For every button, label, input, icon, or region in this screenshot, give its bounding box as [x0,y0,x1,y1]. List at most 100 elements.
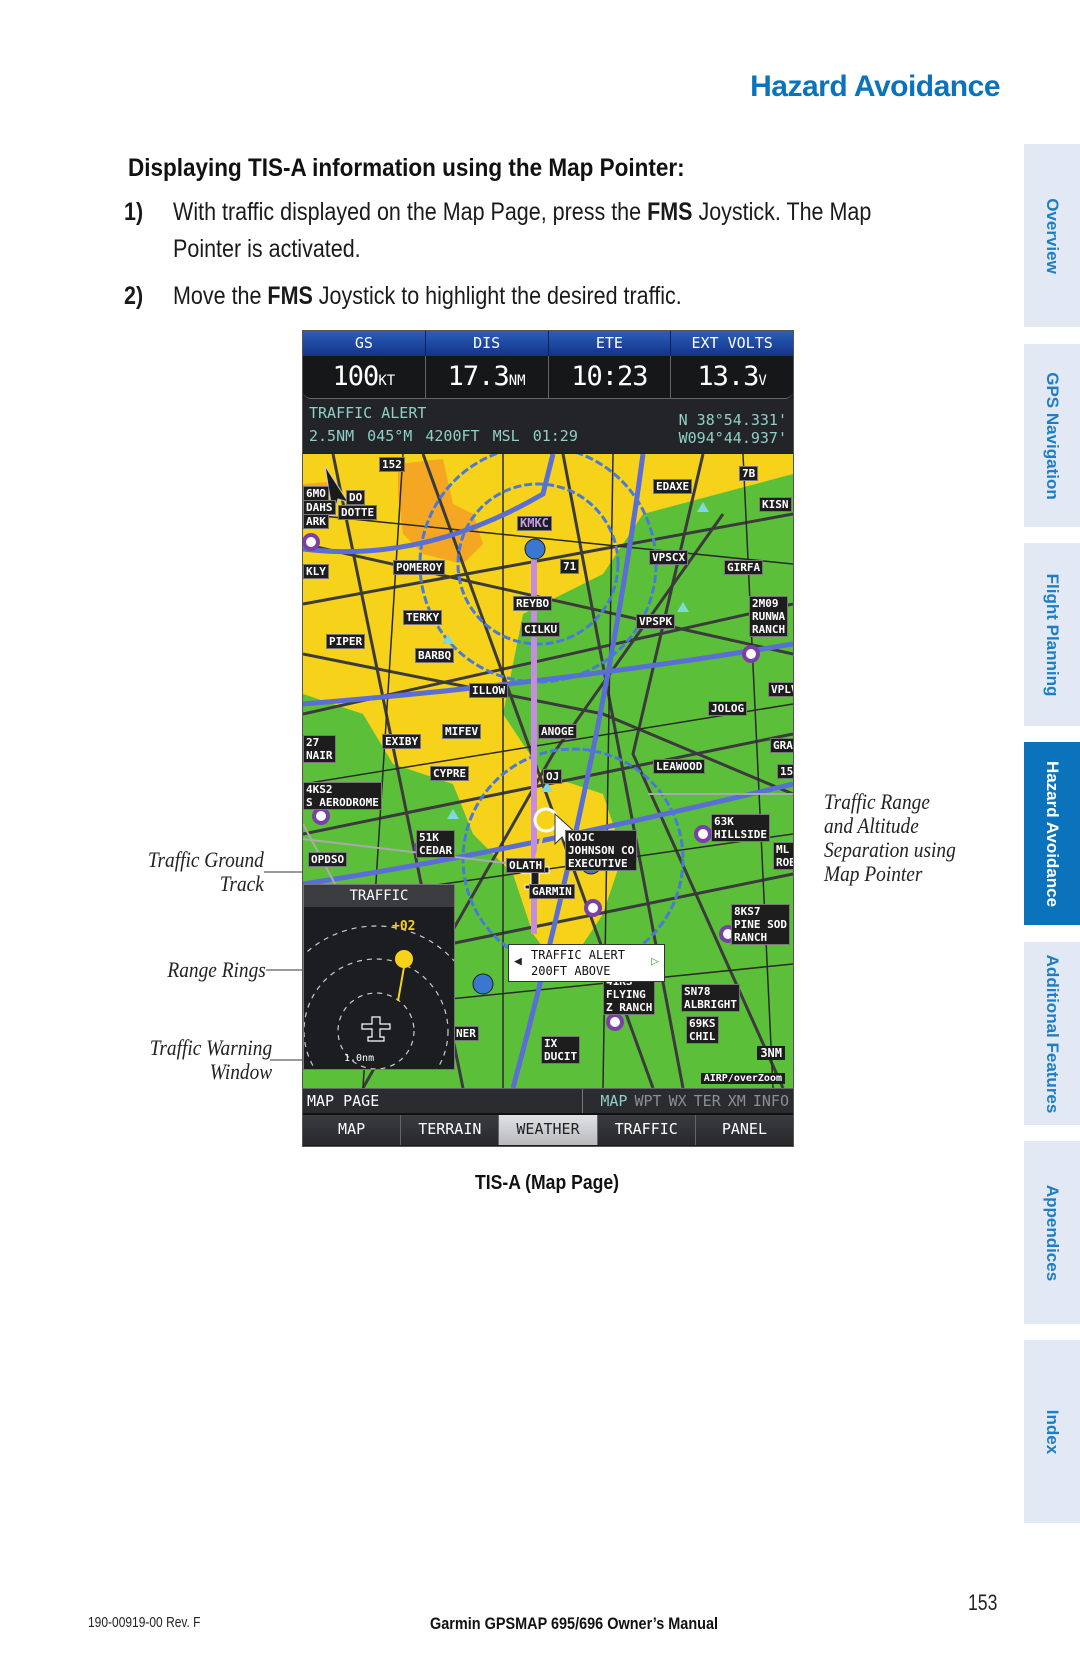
tab-label: Flight Planning [1043,573,1062,696]
data-field-gs: 100KT [303,356,426,398]
side-tab-index[interactable]: Index [1024,1340,1080,1523]
softkey-weather[interactable]: WEATHER [499,1115,598,1145]
map-label: 2M09 RUNWA RANCH [749,596,789,637]
own-aircraft-icon [361,1016,391,1042]
map-label: LEAWOOD [653,759,706,774]
side-tab-flight-planning[interactable]: Flight Planning [1024,543,1080,726]
page-group-info[interactable]: INFO [753,1092,789,1110]
callout-traffic-range-altitude: Traffic Range and Altitude Separation us… [824,789,956,886]
step-text-pre: With traffic displayed on the Map Page, … [173,198,648,226]
map-label: ML ROBI [773,842,793,870]
unit: V [758,373,767,389]
page-group-list: MAP WPT WX TER XM INFO [600,1092,789,1110]
map-label: OJ [543,769,563,784]
tab-label: Appendices [1043,1184,1062,1281]
map-label: GIRFA [724,560,764,575]
map-label: MIFEV [442,724,482,739]
map-view[interactable]: 152 6MO DAHS ARK DO DOTTE KMKC EDAXE 7B … [303,454,793,1088]
unit: KT [378,373,396,389]
map-label: 4KS2 S AERODROME [303,782,382,810]
map-label: 15 [777,764,793,779]
figure-caption: TIS-A (Map Page) [474,1172,620,1194]
map-label: CILKU [521,622,561,637]
map-label: ANOGE [538,724,578,739]
page-group-wx[interactable]: WX [669,1092,687,1110]
step-text-pre: Move the [173,282,268,310]
callout-leader-line [270,1059,302,1061]
map-label: JOLOG [708,701,748,716]
arrow-right-icon[interactable]: ▷ [651,954,659,969]
softkey-terrain[interactable]: TERRAIN [401,1115,500,1145]
data-field-values: 100KT 17.3NM 10:23 13.3V [303,356,793,399]
softkey-traffic[interactable]: TRAFFIC [597,1115,696,1145]
map-label: PIPER [326,634,366,649]
map-label: ARK [303,514,329,529]
traffic-alert-popup: ◀ TRAFFIC ALERT 200FT ABOVE ▷ [508,944,665,982]
map-label: GRA [770,738,793,753]
side-tab-additional-features[interactable]: Additional Features [1024,942,1080,1125]
map-label: GARMIN [529,884,575,899]
page-name: MAP PAGE [307,1092,380,1110]
traffic-relative-altitude: +02 [392,919,416,934]
map-label: NER [453,1026,479,1041]
divider [582,1089,583,1113]
map-label: EXIBY [382,734,422,749]
softkey-map[interactable]: MAP [303,1115,402,1145]
page-number: 153 [968,1590,998,1615]
data-field-label: ETE [548,331,672,356]
data-field-label: DIS [425,331,549,356]
map-label: VPLV [768,682,793,697]
map-label: TERKY [403,610,443,625]
step-number: 2) [124,282,144,310]
side-tab-overview[interactable]: Overview [1024,144,1080,327]
map-label: ILLOW [469,683,509,698]
map-label: CYPRE [430,766,470,781]
tab-label: Additional Features [1043,954,1062,1113]
step-text-bold: FMS [647,198,693,226]
tab-label: Index [1043,1409,1062,1454]
map-label: IX DUCIT [541,1036,581,1064]
popup-line-2: 200FT ABOVE [531,964,611,978]
traffic-trend-line [397,966,405,1002]
overzoom-indicator: AIRP/overZoom [700,1073,785,1084]
value: 13.3 [697,361,759,392]
side-tab-gps-navigation[interactable]: GPS Navigation [1024,344,1080,527]
map-label: KOJC JOHNSON CO EXECUTIVE [565,830,638,871]
tab-label: GPS Navigation [1043,371,1062,500]
map-label: 6MO [303,486,329,501]
callout-leader-line [266,969,302,971]
value: 17.3 [447,361,510,392]
map-label: 8KS7 PINE SOD RANCH [731,904,790,945]
map-label: SN78 ALBRIGHT [681,984,740,1012]
page-group-xm[interactable]: XM [728,1092,746,1110]
tab-label: Hazard Avoidance [1043,760,1062,907]
map-label: 63K HILLSIDE [711,814,770,842]
map-label: POMEROY [393,560,446,575]
step-text-post: Joystick to highlight the desired traffi… [312,282,682,310]
popup-line-1: TRAFFIC ALERT [531,948,625,962]
range-rings [304,925,454,1069]
map-label: REYBO [513,596,553,611]
arrow-left-icon[interactable]: ◀ [514,954,522,969]
map-label: DOTTE [338,505,378,520]
map-label: EDAXE [653,479,693,494]
side-tab-appendices[interactable]: Appendices [1024,1141,1080,1324]
alert-details: 2.5NM 045°M 4200FT MSL 01:29 [309,427,578,445]
map-label: KLY [303,564,329,579]
softkey-bar: MAP TERRAIN WEATHER TRAFFIC PANEL [303,1113,794,1145]
map-label: 7B [739,466,759,481]
map-label: KISN [759,497,792,512]
page-group-wpt[interactable]: WPT [634,1092,661,1110]
traffic-symbol-icon [395,950,413,968]
softkey-panel[interactable]: PANEL [695,1115,794,1145]
gps-device-screen: GS DIS ETE EXT VOLTS 100KT 17.3NM 10:23 … [302,330,794,1147]
step-text-bold: FMS [267,282,313,310]
side-tab-hazard-avoidance[interactable]: Hazard Avoidance [1024,742,1080,925]
map-label: VPSCX [649,550,689,565]
data-field-dis: 17.3NM [426,356,549,398]
page-group-map[interactable]: MAP [600,1092,627,1110]
data-field-ete: 10:23 [549,356,672,398]
map-label: 69KS CHIL [686,1016,719,1044]
page-title-bar: MAP PAGE MAP WPT WX TER XM INFO [303,1088,793,1113]
page-group-ter[interactable]: TER [694,1092,721,1110]
